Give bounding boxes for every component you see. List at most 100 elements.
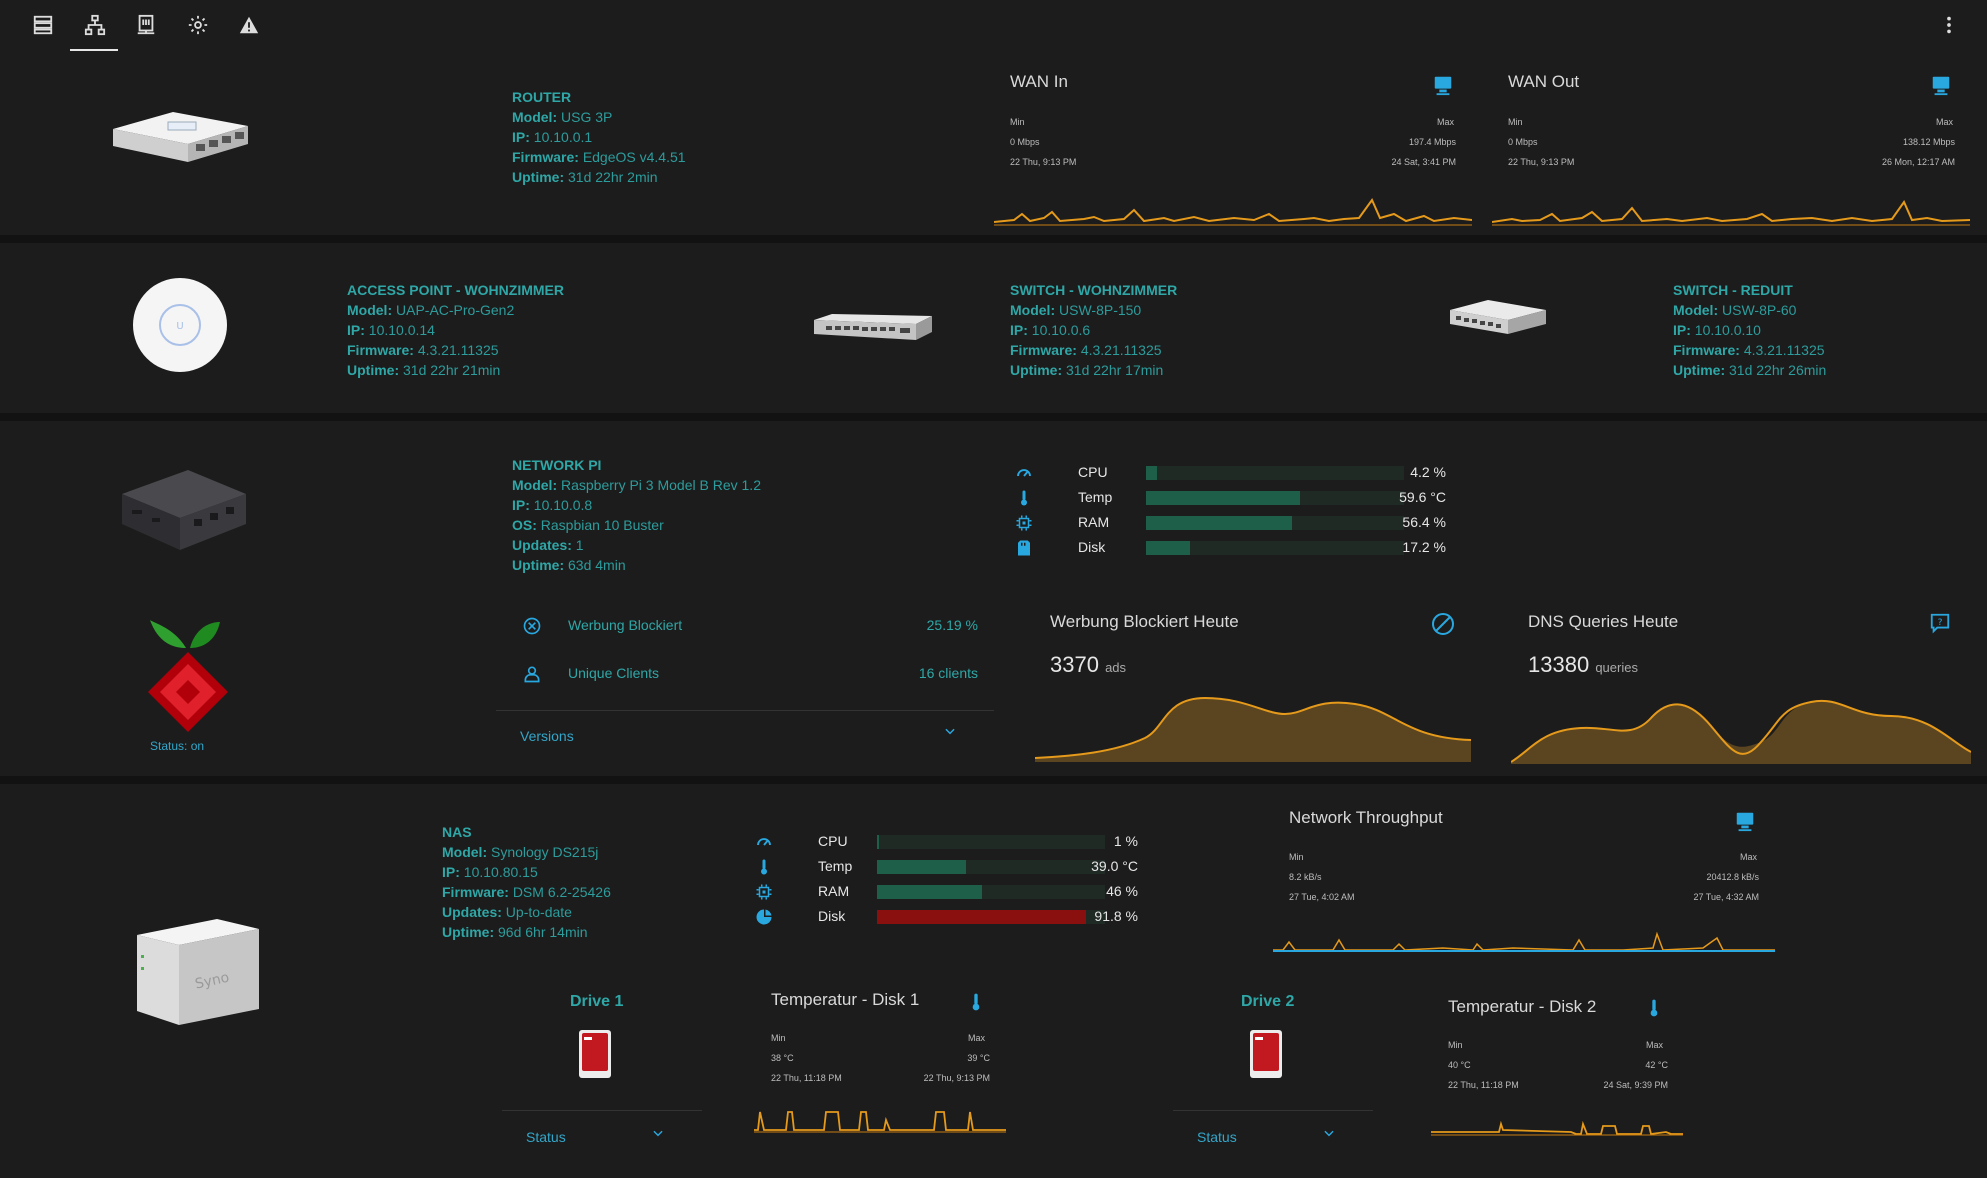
- ap-uptime: 31d 22hr 21min: [403, 362, 501, 378]
- help-box-icon: ?: [1929, 612, 1951, 639]
- pi-uptime: 63d 4min: [568, 557, 626, 573]
- router-ip-key: IP:: [512, 129, 530, 145]
- throughput-min-label: Min: [1289, 852, 1304, 862]
- sw2-firmware-key: Firmware:: [1673, 342, 1740, 358]
- wan-in-max-time: 24 Sat, 3:41 PM: [1391, 157, 1456, 167]
- router-model: USG 3P: [561, 109, 613, 125]
- temp2-min-value: 40 °C: [1448, 1060, 1471, 1070]
- sw1-firmware-key: Firmware:: [1010, 342, 1077, 358]
- temp2-sparkline: [1431, 1110, 1683, 1143]
- chevron-down-icon[interactable]: [943, 724, 957, 743]
- ap-title: ACCESS POINT - WOHNZIMMER: [347, 282, 564, 298]
- versions-expander[interactable]: Versions: [520, 728, 574, 744]
- ap-uptime-key: Uptime:: [347, 362, 400, 378]
- bar-value: 39.0 °C: [1091, 858, 1138, 874]
- block-circle-icon: [522, 616, 542, 641]
- drive1-title: Drive 1: [570, 993, 624, 1010]
- temp2-max-label: Max: [1646, 1040, 1664, 1050]
- sw1-uptime-key: Uptime:: [1010, 362, 1063, 378]
- drive2-status-expander[interactable]: Status: [1197, 1129, 1237, 1145]
- temp1-sparkline: [754, 1102, 1006, 1139]
- ap-ip: 10.10.0.14: [368, 322, 435, 338]
- gauge-icon: [1015, 464, 1033, 487]
- pi-model-key: Model:: [512, 477, 558, 493]
- hard-drive-icon: [1249, 1029, 1283, 1084]
- more-vert-icon[interactable]: [1932, 8, 1966, 42]
- pi-updates-key: Updates:: [512, 537, 572, 553]
- ads-count-unit: ads: [1105, 660, 1127, 675]
- router-uptime: 31d 22hr 2min: [568, 169, 658, 185]
- bar-fill: [877, 835, 880, 849]
- bar-fill: [1146, 491, 1300, 505]
- bar-label: CPU: [818, 833, 848, 849]
- temp2-min-time: 22 Thu, 11:18 PM: [1448, 1080, 1519, 1090]
- nas-icon[interactable]: [129, 8, 163, 42]
- row-separator: [0, 235, 1987, 243]
- top-navigation-bar: [0, 0, 1987, 52]
- ap-firmware-key: Firmware:: [347, 342, 414, 358]
- dns-card-title: DNS Queries Heute: [1528, 612, 1679, 631]
- wan-in-max-value: 197.4 Mbps: [1408, 137, 1456, 147]
- raspberry-pi-image: [118, 464, 250, 559]
- pihole-blocked-label: Werbung Blockiert: [568, 617, 683, 633]
- temp2-max-time: 24 Sat, 9:39 PM: [1603, 1080, 1668, 1090]
- user-icon: [522, 664, 542, 689]
- bar-label: Disk: [818, 908, 846, 924]
- wan-out-max-label: Max: [1936, 117, 1954, 127]
- pi-ip-key: IP:: [512, 497, 530, 513]
- gauge-icon: [755, 833, 773, 856]
- bar-label: RAM: [1078, 514, 1110, 530]
- network-topology-icon[interactable]: [78, 8, 112, 42]
- pi-os-key: OS:: [512, 517, 537, 533]
- gear-icon[interactable]: [181, 8, 215, 42]
- router-model-key: Model:: [512, 109, 558, 125]
- ads-area-chart: [1034, 690, 1472, 767]
- router-firmware-key: Firmware:: [512, 149, 579, 165]
- bar-fill: [877, 885, 982, 899]
- pi-ip: 10.10.0.8: [533, 497, 593, 513]
- throughput-min-value: 8.2 kB/s: [1289, 872, 1322, 882]
- sw2-ip: 10.10.0.10: [1694, 322, 1761, 338]
- ethernet-icon: [1930, 74, 1952, 101]
- server-list-icon[interactable]: [26, 8, 60, 42]
- dns-count-unit: queries: [1595, 660, 1638, 675]
- router-uptime-key: Uptime:: [512, 169, 565, 185]
- bar-value: 91.8 %: [1094, 908, 1138, 924]
- bar-label: RAM: [818, 883, 850, 899]
- ap-firmware: 4.3.21.11325: [417, 342, 499, 358]
- throughput-max-value: 20412.8 kB/s: [1706, 872, 1759, 882]
- pihole-clients-value: 16 clients: [918, 665, 978, 681]
- chip-icon: [755, 883, 773, 906]
- bar-value: 17.2 %: [1402, 539, 1446, 555]
- dns-area-chart: [1510, 692, 1972, 769]
- drive1-status-expander[interactable]: Status: [526, 1129, 566, 1145]
- divider: [496, 710, 994, 711]
- sw2-firmware: 4.3.21.11325: [1743, 342, 1825, 358]
- pihole-clients-label: Unique Clients: [568, 665, 660, 681]
- wan-in-max-label: Max: [1437, 117, 1455, 127]
- access-point-image: U: [132, 277, 228, 378]
- drive2-title: Drive 2: [1241, 993, 1295, 1010]
- chevron-down-icon[interactable]: [651, 1126, 665, 1145]
- pi-uptime-key: Uptime:: [512, 557, 565, 573]
- warning-icon[interactable]: [232, 8, 266, 42]
- throughput-title: Network Throughput: [1289, 808, 1443, 827]
- nas-info: NAS Model: Synology DS215j IP: 10.10.80.…: [442, 822, 611, 942]
- pie-icon: [755, 908, 773, 931]
- sw2-ip-key: IP:: [1673, 322, 1691, 338]
- router-image: [108, 104, 253, 169]
- nas-title: NAS: [442, 824, 472, 840]
- temp2-max-value: 42 °C: [1645, 1060, 1668, 1070]
- nas-updates-key: Updates:: [442, 904, 502, 920]
- chip-icon: [1015, 514, 1033, 537]
- throughput-min-time: 27 Tue, 4:02 AM: [1289, 892, 1355, 902]
- dns-count-value: 13380: [1528, 652, 1590, 677]
- nas-uptime: 96d 6hr 14min: [498, 924, 588, 940]
- chevron-down-icon[interactable]: [1322, 1126, 1336, 1145]
- dns-count: 13380 queries: [1528, 652, 1638, 678]
- bar-fill: [1146, 541, 1191, 555]
- ap-model: UAP-AC-Pro-Gen2: [396, 302, 515, 318]
- temp1-min-label: Min: [771, 1033, 786, 1043]
- ap-info: ACCESS POINT - WOHNZIMMER Model: UAP-AC-…: [347, 280, 564, 380]
- nas-firmware-key: Firmware:: [442, 884, 509, 900]
